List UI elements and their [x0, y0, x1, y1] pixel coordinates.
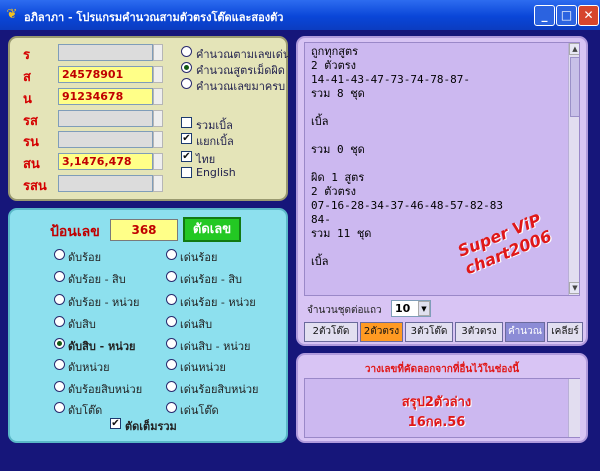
- lead-digit-radio-6[interactable]: [166, 381, 177, 392]
- spin-arrows-icon[interactable]: [153, 131, 163, 148]
- field-label-0: ร: [23, 48, 30, 63]
- drop-digit-radio-3[interactable]: [54, 316, 65, 327]
- lead-digit-label-6: เด่นร้อยสิบหน่วย: [180, 383, 259, 396]
- lead-digit-label-2: เด่นร้อย - หน่วย: [180, 296, 256, 309]
- spin-arrows-icon[interactable]: [153, 110, 163, 127]
- field-label-5: สน: [23, 157, 40, 172]
- option-label-3: English: [196, 166, 236, 179]
- spin-arrows-icon[interactable]: [153, 175, 163, 192]
- mode-label-2: คำนวณเลขมาครบ: [196, 80, 286, 93]
- spin-arrows-icon[interactable]: [153, 153, 163, 170]
- drop-digit-label-7: ดับโต๊ด: [68, 404, 103, 417]
- result-tab-0[interactable]: 2ตัวโต๊ด: [304, 322, 358, 342]
- result-tab-2[interactable]: 3ตัวโต๊ด: [405, 322, 453, 342]
- field-label-2: น: [23, 92, 32, 107]
- scroll-up-icon[interactable]: ▲: [569, 43, 579, 55]
- drop-digit-radio-6[interactable]: [54, 381, 65, 392]
- option-checkbox-0[interactable]: [181, 117, 192, 128]
- drop-digit-radio-0[interactable]: [54, 249, 65, 260]
- field-label-3: รส: [23, 114, 38, 129]
- scroll-down-icon[interactable]: ▼: [569, 282, 579, 294]
- lead-digit-radio-2[interactable]: [166, 294, 177, 305]
- field-input-5[interactable]: 3,1476,478: [58, 153, 153, 170]
- drop-digit-label-2: ดับร้อย - หน่วย: [68, 296, 140, 309]
- per-row-label: จำนวนชุดต่อแถว: [307, 305, 382, 316]
- total-cut-checkbox[interactable]: ✔: [110, 418, 121, 429]
- lead-digit-radio-5[interactable]: [166, 359, 177, 370]
- result-tab-3[interactable]: 3ตัวตรง: [455, 322, 503, 342]
- paste-textarea[interactable]: สรุป2ตัวล่าง 16กค.56: [304, 378, 580, 438]
- paste-scrollbar[interactable]: [568, 379, 580, 437]
- drop-digit-label-4: ดับสิบ - หน่วย: [68, 340, 136, 353]
- paste-line1: สรุป2ตัวล่าง: [401, 395, 472, 410]
- mode-radio-2[interactable]: [181, 78, 192, 89]
- chevron-down-icon[interactable]: ▼: [418, 301, 430, 316]
- result-textarea[interactable]: ถูกทุกสูตร 2 ตัวตรง 14-41-43-47-73-74-78…: [304, 42, 580, 296]
- scroll-thumb[interactable]: [570, 57, 579, 117]
- field-input-3[interactable]: [58, 110, 153, 127]
- lead-digit-radio-4[interactable]: [166, 338, 177, 349]
- lead-digit-label-1: เด่นร้อย - สิบ: [180, 273, 243, 286]
- digit-input-label: ป้อนเลข: [50, 224, 100, 240]
- field-input-6[interactable]: [58, 175, 153, 192]
- drop-digit-label-0: ดับร้อย: [68, 251, 102, 264]
- total-cut-label: ตัดเต็มรวม: [125, 420, 177, 433]
- result-tab-5[interactable]: เคลียร์: [547, 322, 583, 342]
- wings-icon: ❦: [6, 7, 18, 22]
- option-checkbox-3[interactable]: [181, 167, 192, 178]
- lead-digit-label-5: เด่นหน่วย: [180, 361, 226, 374]
- result-scrollbar[interactable]: ▲ ▼: [568, 43, 579, 295]
- lead-digit-label-7: เด่นโต๊ด: [180, 404, 219, 417]
- field-label-4: รน: [23, 135, 39, 150]
- mode-radio-1[interactable]: [181, 62, 192, 73]
- field-label-6: รสน: [23, 179, 47, 194]
- minimize-button[interactable]: _: [534, 5, 555, 26]
- lead-digit-label-0: เด่นร้อย: [180, 251, 218, 264]
- drop-digit-radio-2[interactable]: [54, 294, 65, 305]
- cut-digits-button[interactable]: ตัดเลข: [183, 217, 241, 242]
- drop-digit-radio-7[interactable]: [54, 402, 65, 413]
- option-checkbox-1[interactable]: ✔: [181, 133, 192, 144]
- spin-arrows-icon[interactable]: [153, 66, 163, 83]
- field-label-1: ส: [23, 70, 31, 85]
- field-input-0[interactable]: [58, 44, 153, 61]
- mode-radio-0[interactable]: [181, 46, 192, 57]
- lead-digit-radio-1[interactable]: [166, 271, 177, 282]
- close-button[interactable]: ✕: [578, 5, 599, 26]
- option-label-1: แยกเบิ้ล: [196, 135, 234, 148]
- drop-digit-radio-5[interactable]: [54, 359, 65, 370]
- per-row-value: 10: [395, 302, 411, 315]
- drop-digit-radio-4[interactable]: [54, 338, 65, 349]
- spin-arrows-icon[interactable]: [153, 44, 163, 61]
- window-title: อภิลาภา - โปรแกรมคำนวณสามตัวตรงโต๊ดและสอ…: [24, 11, 284, 24]
- field-input-1[interactable]: 24578901: [58, 66, 153, 83]
- lead-digit-radio-3[interactable]: [166, 316, 177, 327]
- field-input-4[interactable]: [58, 131, 153, 148]
- drop-digit-label-6: ดับร้อยสิบหน่วย: [68, 383, 143, 396]
- digit-input-field[interactable]: 368: [110, 219, 178, 241]
- result-tab-1[interactable]: 2ตัวตรง: [360, 322, 403, 342]
- lead-digit-label-3: เด่นสิบ: [180, 318, 213, 331]
- spin-arrows-icon[interactable]: [153, 88, 163, 105]
- maximize-button[interactable]: □: [556, 5, 577, 26]
- lead-digit-label-4: เด่นสิบ - หน่วย: [180, 340, 251, 353]
- option-checkbox-2[interactable]: ✔: [181, 151, 192, 162]
- drop-digit-label-5: ดับหน่วย: [68, 361, 110, 374]
- paste-line2: 16กค.56: [407, 415, 466, 430]
- digit-filter-panel: [8, 208, 288, 443]
- field-input-2[interactable]: 91234678: [58, 88, 153, 105]
- lead-digit-radio-7[interactable]: [166, 402, 177, 413]
- drop-digit-label-1: ดับร้อย - สิบ: [68, 273, 126, 286]
- result-tab-4[interactable]: คำนวณ: [505, 322, 545, 342]
- lead-digit-radio-0[interactable]: [166, 249, 177, 260]
- drop-digit-label-3: ดับสิบ: [68, 318, 96, 331]
- paste-hint: วางเลขที่คัดลอกจากที่อื่นไว้ในช่องนี้: [364, 364, 520, 375]
- drop-digit-radio-1[interactable]: [54, 271, 65, 282]
